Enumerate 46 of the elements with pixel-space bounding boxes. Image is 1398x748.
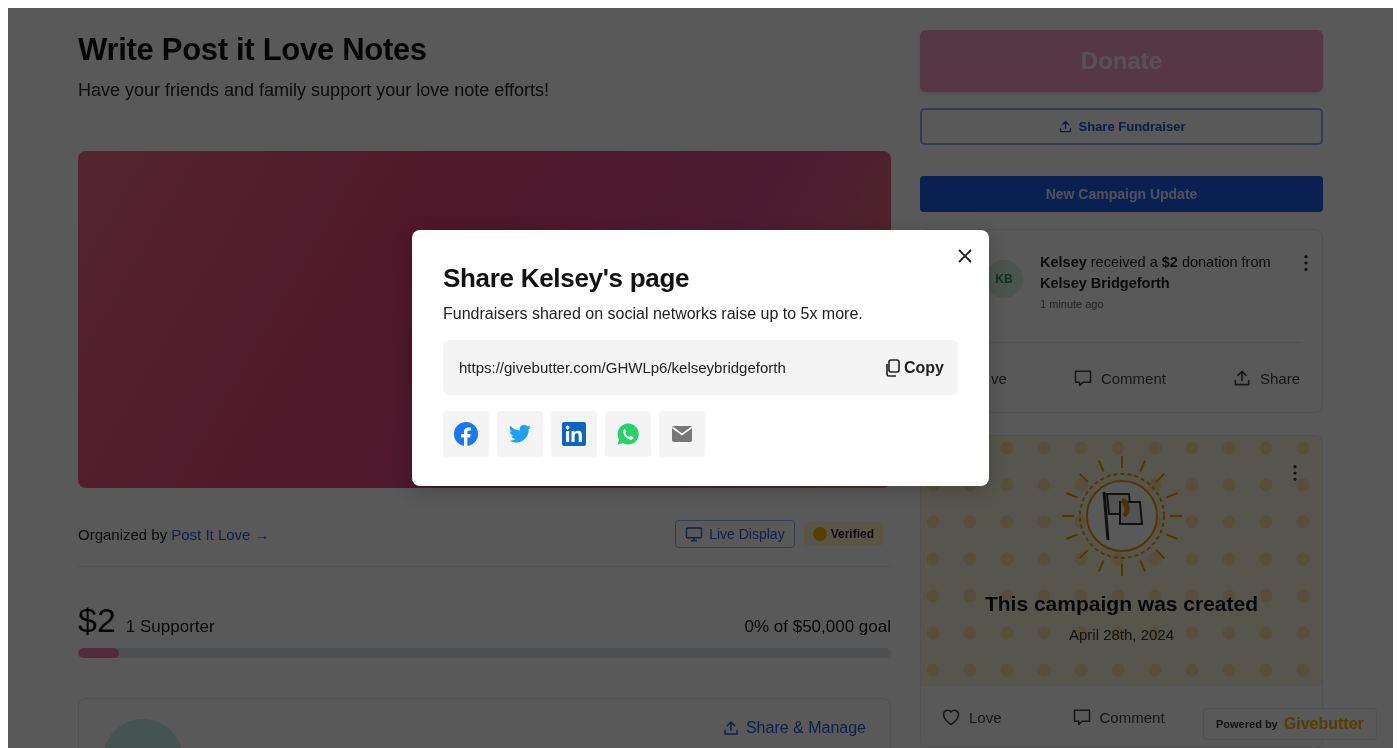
copy-button[interactable]: Copy: [878, 340, 958, 395]
comment-button[interactable]: Comment: [1071, 707, 1165, 728]
copy-icon: [884, 358, 900, 377]
comment-icon: [1072, 368, 1093, 389]
powered-by-text: Powered by: [1216, 718, 1278, 730]
twitter-share-button[interactable]: [497, 411, 543, 457]
close-icon: [957, 248, 973, 264]
dialog-title: Share Kelsey's page: [443, 263, 691, 294]
more-icon: [1303, 254, 1309, 273]
email-share-button[interactable]: [659, 411, 705, 457]
twitter-icon: [508, 422, 532, 446]
heart-icon: [941, 707, 961, 728]
goal-text: 0% of $50,000 goal: [744, 617, 891, 637]
verified-badge: Verified: [803, 522, 883, 546]
linkedin-icon: [562, 422, 586, 446]
organizer-text: Organized by Post It Love →: [78, 525, 270, 543]
powered-by-badge[interactable]: Powered by Givebutter: [1203, 708, 1377, 740]
love-button[interactable]: Love: [941, 707, 1002, 728]
organizer-link[interactable]: Post It Love →: [171, 525, 270, 543]
whatsapp-icon: [616, 422, 640, 446]
milestone-date: April 28th, 2024: [1068, 626, 1175, 644]
facebook-share-button[interactable]: [443, 411, 489, 457]
campaign-subtitle: Have your friends and family support your love note efforts!: [78, 80, 550, 101]
raised-amount: $2: [78, 601, 116, 640]
brand-logo: Givebutter: [1283, 715, 1364, 733]
more-icon: [1292, 464, 1298, 483]
share-link-field[interactable]: https://givebutter.com/GHWLp6/kelseybridgeforth Copy: [443, 340, 958, 395]
comment-button[interactable]: Comment: [1072, 368, 1166, 389]
share-manage-link[interactable]: Share & Manage: [721, 719, 866, 741]
upload-icon: [721, 719, 740, 737]
linkedin-share-button[interactable]: [551, 411, 597, 457]
share-button[interactable]: Share: [1231, 368, 1300, 389]
comment-icon: [1071, 707, 1092, 728]
share-icon: [1057, 118, 1073, 134]
donation-text: Kelsey received a $2 donation from Kelsey Bridgeforth: [1040, 253, 1272, 294]
monitor-icon: [685, 525, 704, 543]
dialog-subtitle: Fundraisers shared on social networks raise up to 5x more.: [443, 305, 864, 323]
live-display-button[interactable]: Live Display: [675, 520, 795, 548]
share-url: https://givebutter.com/GHWLp6/kelseybridgeforth: [459, 359, 787, 376]
supporter-count: 1 Supporter: [125, 617, 215, 637]
facebook-icon: [454, 422, 478, 446]
share-fundraiser-button[interactable]: Share Fundraiser: [920, 107, 1323, 145]
milestone-title: This campaign was created: [984, 592, 1259, 617]
love-button[interactable]: ve: [991, 369, 1007, 387]
campaign-title: Write Post it Love Notes: [78, 32, 428, 68]
new-update-button[interactable]: New Campaign Update: [920, 175, 1323, 213]
